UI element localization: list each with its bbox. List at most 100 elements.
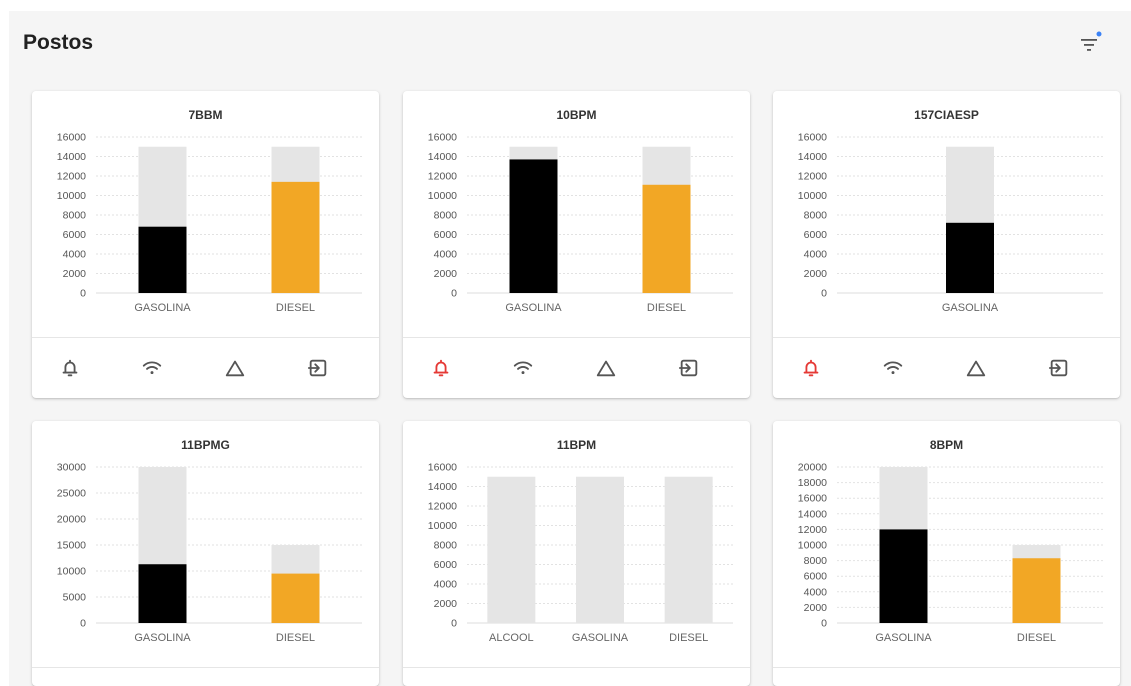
- triangle-icon: [966, 360, 986, 377]
- category-label: GASOLINA: [875, 632, 932, 644]
- fuel-level-bar[interactable]: [138, 226, 187, 293]
- y-tick-label: 10000: [798, 190, 827, 202]
- y-tick-label: 12000: [798, 171, 827, 183]
- fuel-level-bar[interactable]: [1012, 558, 1061, 623]
- filter-list-icon: [1081, 31, 1102, 51]
- bell-icon: [62, 359, 78, 377]
- station-title: 157CIAESP: [914, 108, 979, 122]
- station-card: 10BPM 0 2000 4000 6000 8000 10000 12000 14000 160…: [403, 91, 750, 398]
- y-tick-label: 4000: [434, 579, 458, 591]
- y-tick-label: 0: [821, 618, 827, 630]
- y-tick-label: 10000: [428, 520, 457, 532]
- y-tick-label: 20000: [798, 462, 827, 474]
- fuel-level-bar[interactable]: [138, 564, 187, 623]
- y-tick-label: 6000: [434, 559, 458, 571]
- y-tick-label: 25000: [57, 488, 86, 500]
- fuel-level-chart: 0 2000 4000 6000 8000 10000 12000 14000 16000 ALC…: [428, 462, 733, 644]
- y-tick-label: 12000: [57, 171, 86, 183]
- y-tick-label: 6000: [804, 229, 828, 241]
- fuel-level-bar[interactable]: [271, 573, 320, 623]
- category-label: GASOLINA: [505, 302, 562, 314]
- y-tick-label: 10000: [798, 540, 827, 552]
- card-divider: [32, 667, 379, 668]
- warning-button[interactable]: [964, 356, 988, 380]
- y-tick-label: 14000: [57, 151, 86, 163]
- y-tick-label: 12000: [798, 524, 827, 536]
- category-label: ALCOOL: [489, 632, 534, 644]
- category-label: GASOLINA: [942, 302, 999, 314]
- y-tick-label: 8000: [434, 540, 458, 552]
- fuel-level-chart: 0 2000 4000 6000 8000 10000 12000 14000 16000 180…: [798, 462, 1103, 644]
- station-title: 10BPM: [556, 108, 597, 122]
- y-tick-label: 0: [80, 618, 86, 630]
- connection-button[interactable]: [881, 356, 905, 380]
- station-card: 11BPM 0 2000 4000 6000 8000 10000 12000 14000 160…: [403, 421, 750, 686]
- station-title: 11BPMG: [181, 438, 230, 452]
- y-tick-label: 0: [451, 618, 457, 630]
- y-tick-label: 16000: [428, 462, 457, 474]
- filter-button[interactable]: [1078, 29, 1106, 57]
- card-actions: [773, 338, 1120, 398]
- wifi-icon: [142, 361, 162, 375]
- open-button[interactable]: [677, 356, 701, 380]
- y-tick-label: 2000: [434, 598, 458, 610]
- connection-button[interactable]: [511, 356, 535, 380]
- fuel-level-chart: 0 5000 10000 15000 20000 25000 30000 GASOLINA DI…: [57, 462, 362, 644]
- wifi-icon: [513, 361, 533, 375]
- station-card: 8BPM 0 2000 4000 6000 8000 10000 12000 14000 1600…: [773, 421, 1120, 686]
- y-tick-label: 4000: [804, 586, 828, 598]
- fuel-level-bar[interactable]: [879, 529, 928, 623]
- category-label: DIESEL: [1017, 632, 1056, 644]
- alarm-button[interactable]: [58, 356, 82, 380]
- bell-icon: [433, 359, 449, 377]
- exit-icon: [1048, 359, 1068, 377]
- y-tick-label: 4000: [434, 249, 458, 261]
- category-label: DIESEL: [276, 302, 315, 314]
- y-tick-label: 30000: [57, 462, 86, 474]
- triangle-icon: [596, 360, 616, 377]
- y-tick-label: 2000: [63, 268, 87, 280]
- capacity-bar[interactable]: [576, 476, 624, 623]
- open-button[interactable]: [306, 356, 330, 380]
- fuel-level-bar[interactable]: [509, 159, 558, 293]
- capacity-bar[interactable]: [487, 476, 536, 623]
- y-tick-label: 16000: [428, 132, 457, 144]
- y-tick-label: 2000: [804, 602, 828, 614]
- alarm-button[interactable]: [429, 356, 453, 380]
- fuel-level-bar[interactable]: [271, 181, 320, 293]
- y-tick-label: 10000: [428, 190, 457, 202]
- station-card: 11BPMG 0 5000 10000 15000 20000 25000 30000 GASO…: [32, 421, 379, 686]
- card-actions: [32, 338, 379, 398]
- category-label: DIESEL: [669, 632, 708, 644]
- category-label: DIESEL: [647, 302, 686, 314]
- warning-button[interactable]: [223, 356, 247, 380]
- y-tick-label: 14000: [798, 508, 827, 520]
- y-tick-label: 0: [451, 288, 457, 300]
- triangle-icon: [225, 360, 245, 377]
- fuel-level-chart: 0 2000 4000 6000 8000 10000 12000 14000 16000 GAS…: [57, 132, 362, 314]
- y-tick-label: 14000: [428, 151, 457, 163]
- capacity-bar[interactable]: [664, 476, 713, 623]
- y-tick-label: 18000: [798, 477, 827, 489]
- category-label: GASOLINA: [134, 302, 191, 314]
- y-tick-label: 0: [80, 288, 86, 300]
- station-title: 11BPM: [556, 438, 597, 452]
- y-tick-label: 12000: [428, 501, 457, 513]
- y-tick-label: 14000: [428, 481, 457, 493]
- exit-icon: [307, 359, 327, 377]
- y-tick-label: 8000: [804, 210, 828, 222]
- y-tick-label: 16000: [798, 493, 827, 505]
- open-button[interactable]: [1047, 356, 1071, 380]
- fuel-level-bar[interactable]: [642, 184, 691, 293]
- warning-button[interactable]: [594, 356, 618, 380]
- alarm-button[interactable]: [799, 356, 823, 380]
- y-tick-label: 4000: [804, 249, 828, 261]
- y-tick-label: 0: [821, 288, 827, 300]
- category-label: GASOLINA: [572, 632, 629, 644]
- fuel-level-bar[interactable]: [946, 222, 994, 293]
- y-tick-label: 10000: [57, 566, 86, 578]
- card-divider: [403, 667, 750, 668]
- station-title: 8BPM: [929, 438, 964, 452]
- wifi-icon: [883, 361, 903, 375]
- connection-button[interactable]: [140, 356, 164, 380]
